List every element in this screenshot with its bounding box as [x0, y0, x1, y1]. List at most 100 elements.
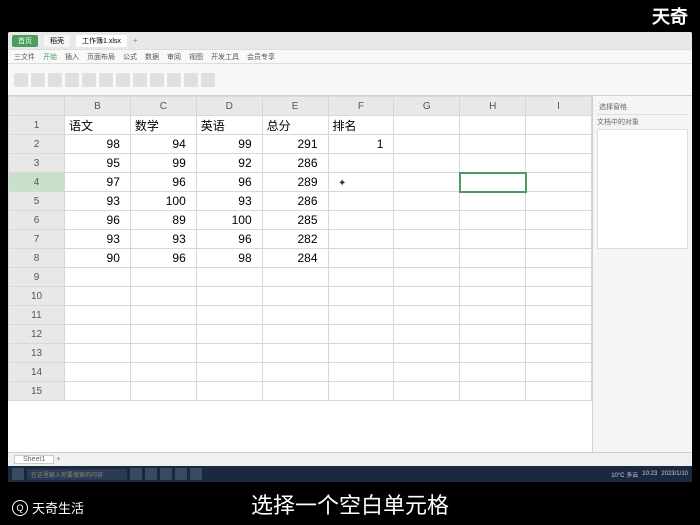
taskbar-search[interactable]: 在这里输入你要搜索的内容: [27, 469, 127, 480]
cell[interactable]: 98: [196, 249, 262, 268]
cell[interactable]: 289: [262, 173, 328, 192]
cell[interactable]: 100: [196, 211, 262, 230]
row-header[interactable]: 13: [9, 344, 65, 363]
ribbon-btn[interactable]: [150, 73, 164, 87]
ribbon-tab-review[interactable]: 审阅: [167, 52, 181, 62]
cell[interactable]: [526, 154, 592, 173]
cell[interactable]: 100: [130, 192, 196, 211]
task-app-icon[interactable]: [145, 468, 157, 480]
cell[interactable]: [262, 287, 328, 306]
ribbon-tab-vip[interactable]: 会员专享: [247, 52, 275, 62]
cell[interactable]: [262, 363, 328, 382]
row-header[interactable]: 2: [9, 135, 65, 154]
cell[interactable]: [130, 382, 196, 401]
cell[interactable]: [394, 192, 460, 211]
ribbon-btn[interactable]: [167, 73, 181, 87]
cell[interactable]: [328, 344, 394, 363]
cell[interactable]: 92: [196, 154, 262, 173]
cell[interactable]: [196, 344, 262, 363]
col-header[interactable]: G: [394, 97, 460, 116]
cell[interactable]: [526, 287, 592, 306]
cell[interactable]: [262, 268, 328, 287]
row-header[interactable]: 8: [9, 249, 65, 268]
cell[interactable]: [262, 325, 328, 344]
cell[interactable]: [394, 116, 460, 135]
row-header[interactable]: 10: [9, 287, 65, 306]
tab-docer[interactable]: 稻壳: [44, 35, 70, 47]
col-header[interactable]: C: [130, 97, 196, 116]
cell[interactable]: [460, 287, 526, 306]
row-header[interactable]: 15: [9, 382, 65, 401]
cell[interactable]: [65, 382, 131, 401]
cell[interactable]: [394, 287, 460, 306]
col-header[interactable]: E: [262, 97, 328, 116]
ribbon-btn[interactable]: [116, 73, 130, 87]
cell[interactable]: 282: [262, 230, 328, 249]
start-button[interactable]: [12, 468, 24, 480]
cell[interactable]: [394, 268, 460, 287]
ribbon-btn[interactable]: [48, 73, 62, 87]
ribbon-tab-formula[interactable]: 公式: [123, 52, 137, 62]
cell[interactable]: [460, 173, 526, 192]
cell[interactable]: [328, 154, 394, 173]
row-header[interactable]: 6: [9, 211, 65, 230]
ribbon-btn[interactable]: [201, 73, 215, 87]
cell[interactable]: [460, 135, 526, 154]
weather[interactable]: 10°C 多云: [611, 470, 638, 479]
cell[interactable]: 96: [130, 249, 196, 268]
cell[interactable]: [65, 325, 131, 344]
cell[interactable]: [262, 306, 328, 325]
cell[interactable]: 89: [130, 211, 196, 230]
cell[interactable]: [526, 230, 592, 249]
ribbon-btn[interactable]: [184, 73, 198, 87]
sheet-add[interactable]: +: [56, 456, 60, 463]
cell[interactable]: [460, 230, 526, 249]
cell[interactable]: [526, 135, 592, 154]
ribbon-tab-start[interactable]: 开始: [43, 52, 57, 62]
cell[interactable]: 93: [65, 230, 131, 249]
cell[interactable]: [394, 344, 460, 363]
cell[interactable]: 语文: [65, 116, 131, 135]
ribbon-btn[interactable]: [99, 73, 113, 87]
cell[interactable]: [262, 344, 328, 363]
cell[interactable]: 291: [262, 135, 328, 154]
cell[interactable]: 285: [262, 211, 328, 230]
cell[interactable]: [196, 268, 262, 287]
cell[interactable]: [196, 306, 262, 325]
cell[interactable]: 97: [65, 173, 131, 192]
cell[interactable]: [526, 363, 592, 382]
cell[interactable]: 284: [262, 249, 328, 268]
cell[interactable]: 96: [196, 173, 262, 192]
cell[interactable]: [65, 306, 131, 325]
cell[interactable]: [394, 173, 460, 192]
cell[interactable]: 英语: [196, 116, 262, 135]
cell[interactable]: [460, 382, 526, 401]
cell[interactable]: [394, 230, 460, 249]
cell[interactable]: [526, 211, 592, 230]
cell[interactable]: [394, 211, 460, 230]
cell[interactable]: [328, 363, 394, 382]
cell[interactable]: [130, 287, 196, 306]
cell[interactable]: [65, 344, 131, 363]
ribbon-btn[interactable]: [14, 73, 28, 87]
cell[interactable]: [460, 268, 526, 287]
cell[interactable]: 96: [65, 211, 131, 230]
task-app-icon[interactable]: [175, 468, 187, 480]
cell[interactable]: [526, 192, 592, 211]
cell[interactable]: 96: [196, 230, 262, 249]
cell[interactable]: [526, 382, 592, 401]
row-header[interactable]: 11: [9, 306, 65, 325]
cell[interactable]: [328, 382, 394, 401]
ribbon-btn[interactable]: [82, 73, 96, 87]
cell[interactable]: 99: [130, 154, 196, 173]
cell[interactable]: [196, 325, 262, 344]
cell[interactable]: 93: [130, 230, 196, 249]
ribbon-tab-view[interactable]: 视图: [189, 52, 203, 62]
row-header[interactable]: 9: [9, 268, 65, 287]
cell[interactable]: 93: [65, 192, 131, 211]
cell[interactable]: [526, 344, 592, 363]
cell[interactable]: 94: [130, 135, 196, 154]
ribbon-tab-layout[interactable]: 页面布局: [87, 52, 115, 62]
cell[interactable]: [394, 135, 460, 154]
tab-workbook[interactable]: 工作簿1.xlsx: [76, 35, 127, 47]
